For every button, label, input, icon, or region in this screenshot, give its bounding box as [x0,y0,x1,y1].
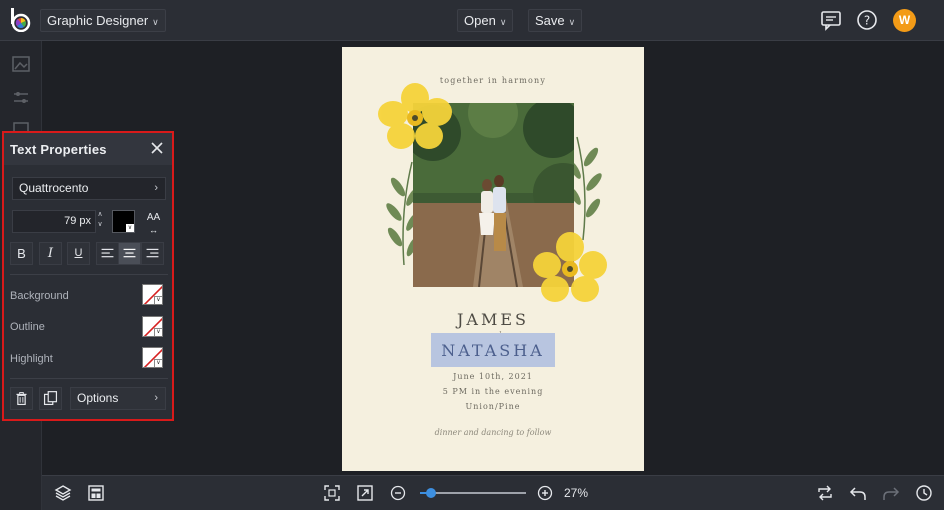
zoom-in-icon[interactable] [536,484,554,502]
redo-icon[interactable] [882,484,900,502]
panel-header: Text Properties [4,133,172,165]
underline-button[interactable]: U [67,242,90,265]
card-date[interactable]: June 10th, 2021 [342,372,644,381]
double-arrow-icon: ↔ [149,225,158,235]
zoom-level: 27% [564,486,589,500]
workspace-selector[interactable]: Graphic Designer ∨ [40,9,166,32]
chevron-down-icon: ∨ [154,296,162,304]
options-label: Options [77,391,119,405]
chevron-down-icon: ∨ [152,17,159,27]
expand-icon[interactable] [356,484,374,502]
bottom-toolbar: 27% [42,475,944,510]
card-name-james[interactable]: JAMES [342,310,644,329]
befunky-logo-icon[interactable] [10,8,32,32]
zoom-out-icon[interactable] [389,484,407,502]
workspace-label: Graphic Designer [47,13,149,28]
zoom-slider-thumb[interactable] [425,488,436,498]
chevron-down-icon: ∨ [126,224,134,232]
font-size-stepper[interactable]: ∧ ∨ [95,210,105,233]
chevron-right-icon: › [154,182,158,194]
outline-label: Outline [10,321,45,333]
card-time[interactable]: 5 PM in the evening [342,387,644,396]
open-button[interactable]: Open ∨ [457,9,514,32]
layers-icon[interactable] [54,484,72,502]
yellow-flower-bottom-icon [533,232,607,302]
chevron-down-icon: ∨ [568,17,576,27]
panel-title: Text Properties [10,142,107,157]
user-avatar[interactable]: W [893,9,916,32]
align-center-icon[interactable] [118,242,141,265]
card-venue[interactable]: Union/Pine [342,402,644,411]
duplicate-copy-icon[interactable] [39,387,62,410]
highlight-color-swatch[interactable]: ∨ [142,347,163,368]
divider [10,274,168,275]
replace-swap-icon[interactable] [816,484,834,502]
chevron-down-icon: ∨ [154,328,162,336]
text-case-label: AA [146,212,161,223]
adjust-sliders-icon[interactable] [12,89,30,107]
text-case-button[interactable]: AA ↔ [142,210,165,235]
chevron-down-icon: ∨ [499,17,507,27]
invitation-card[interactable]: together in harmony JAMES NATASHA June 1… [342,47,644,471]
feedback-chat-icon[interactable] [820,9,842,31]
image-icon[interactable] [12,55,30,73]
svg-text:?: ? [864,14,870,28]
top-bar: Graphic Designer ∨ Open ∨ Save ∨ ? W [0,0,944,41]
text-color-swatch[interactable]: ∨ [112,210,135,233]
open-label: Open [464,13,496,28]
text-properties-panel: Text Properties Quattrocento › 79 px ∧ ∨ … [2,131,174,421]
background-label: Background [10,290,69,302]
italic-button[interactable]: I [39,242,62,265]
font-family-value: Quattrocento [19,181,89,195]
outline-color-swatch[interactable]: ∨ [142,316,163,337]
delete-trash-icon[interactable] [10,387,33,410]
card-footer[interactable]: dinner and dancing to follow [342,428,644,437]
bold-button[interactable]: B [10,242,33,265]
undo-icon[interactable] [849,484,867,502]
close-icon[interactable] [150,141,164,155]
fit-to-screen-icon[interactable] [323,484,341,502]
font-family-select[interactable]: Quattrocento › [12,177,166,200]
yellow-flower-top-icon [378,83,452,149]
help-icon[interactable]: ? [856,9,878,31]
divider [10,378,168,379]
chevron-right-icon: › [154,392,158,404]
history-clock-icon[interactable] [915,484,933,502]
template-layout-icon[interactable] [87,484,105,502]
card-name-natasha[interactable]: NATASHA [342,341,644,360]
chevron-down-icon: ∨ [154,359,162,367]
highlight-label: Highlight [10,353,53,365]
font-size-input[interactable]: 79 px [12,210,96,233]
save-button[interactable]: Save ∨ [528,9,583,32]
align-right-icon[interactable] [141,242,164,265]
background-color-swatch[interactable]: ∨ [142,284,163,305]
options-button[interactable]: Options › [70,387,166,410]
zoom-slider[interactable] [420,488,526,498]
align-left-icon[interactable] [96,242,119,265]
save-label: Save [535,13,565,28]
